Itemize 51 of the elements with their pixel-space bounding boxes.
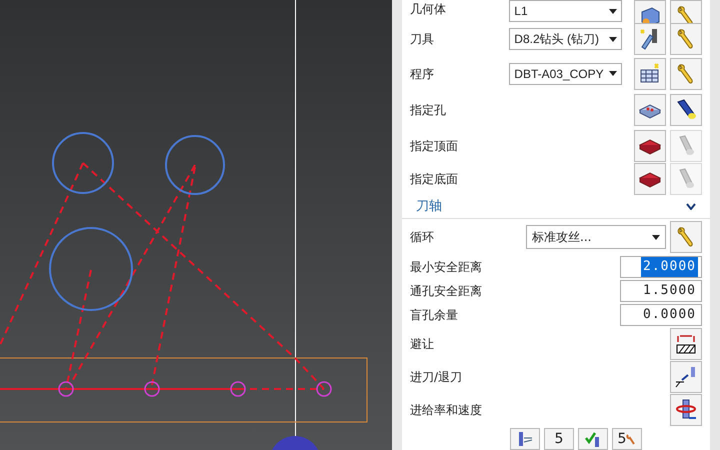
scrollbar-track[interactable] <box>710 0 720 450</box>
icon-button[interactable] <box>634 94 666 126</box>
field-label: 程序 <box>410 66 435 82</box>
field-label: 避让 <box>410 336 435 352</box>
field-label: 几何体 <box>410 1 447 18</box>
field-label: 指定孔 <box>410 102 447 119</box>
dropdown-arrow-icon <box>609 71 618 76</box>
field-label: 进刀/退刀 <box>410 368 464 386</box>
dropdown[interactable]: DBT-A03_COPY <box>509 62 622 84</box>
field-label: 刀具 <box>410 31 435 48</box>
icon-button[interactable] <box>634 162 666 194</box>
dropdown-arrow-icon <box>652 234 660 240</box>
dropdown[interactable]: L1 <box>509 0 622 22</box>
number-field[interactable]: 2.0000 <box>620 256 702 278</box>
checkmark-icon <box>584 430 602 448</box>
number-field[interactable]: 0.0000 <box>620 304 702 326</box>
toolbar-button[interactable] <box>578 428 608 450</box>
number-field[interactable]: 1.5000 <box>620 280 702 302</box>
icon-button[interactable] <box>634 130 666 162</box>
field-label: 进给率和速度 <box>410 402 483 418</box>
icon-button[interactable] <box>670 360 702 392</box>
toolbar-button[interactable] <box>510 428 540 450</box>
field-label: 盲孔余量 <box>410 307 459 324</box>
dropdown[interactable]: 标准攻丝... <box>526 225 666 249</box>
field-label: 最小安全距离 <box>410 259 483 276</box>
icon-button[interactable] <box>634 23 666 55</box>
toolbar-button[interactable]: 5 <box>612 428 642 450</box>
approach-icon <box>674 364 698 388</box>
spindle-icon <box>674 398 698 422</box>
icon-button[interactable] <box>670 328 702 360</box>
section-header: 刀轴 <box>415 198 442 216</box>
field-label: 循环 <box>410 229 435 246</box>
hole-marker <box>230 381 246 397</box>
dropdown-arrow-icon <box>609 8 618 14</box>
hole-marker <box>144 381 160 397</box>
tool-path-icon <box>516 430 534 448</box>
icon-button[interactable] <box>670 94 702 126</box>
hole-circle <box>165 135 225 195</box>
field-label: 通孔安全距离 <box>410 283 483 300</box>
dropdown[interactable]: D8.2钻头 (钻刀) <box>509 28 622 50</box>
hole-circle <box>52 132 114 194</box>
wrench-icon <box>626 433 636 445</box>
icon-button[interactable] <box>670 394 702 426</box>
icon-button[interactable] <box>634 58 666 90</box>
hole-marker <box>316 381 332 397</box>
flashlight-icon <box>674 98 698 122</box>
hole-marker <box>58 381 74 397</box>
field-label: 指定顶面 <box>410 138 459 154</box>
toolbar-button[interactable]: 5 <box>544 428 574 450</box>
field-label: 指定底面 <box>410 170 459 188</box>
dropdown-arrow-icon <box>609 36 618 42</box>
